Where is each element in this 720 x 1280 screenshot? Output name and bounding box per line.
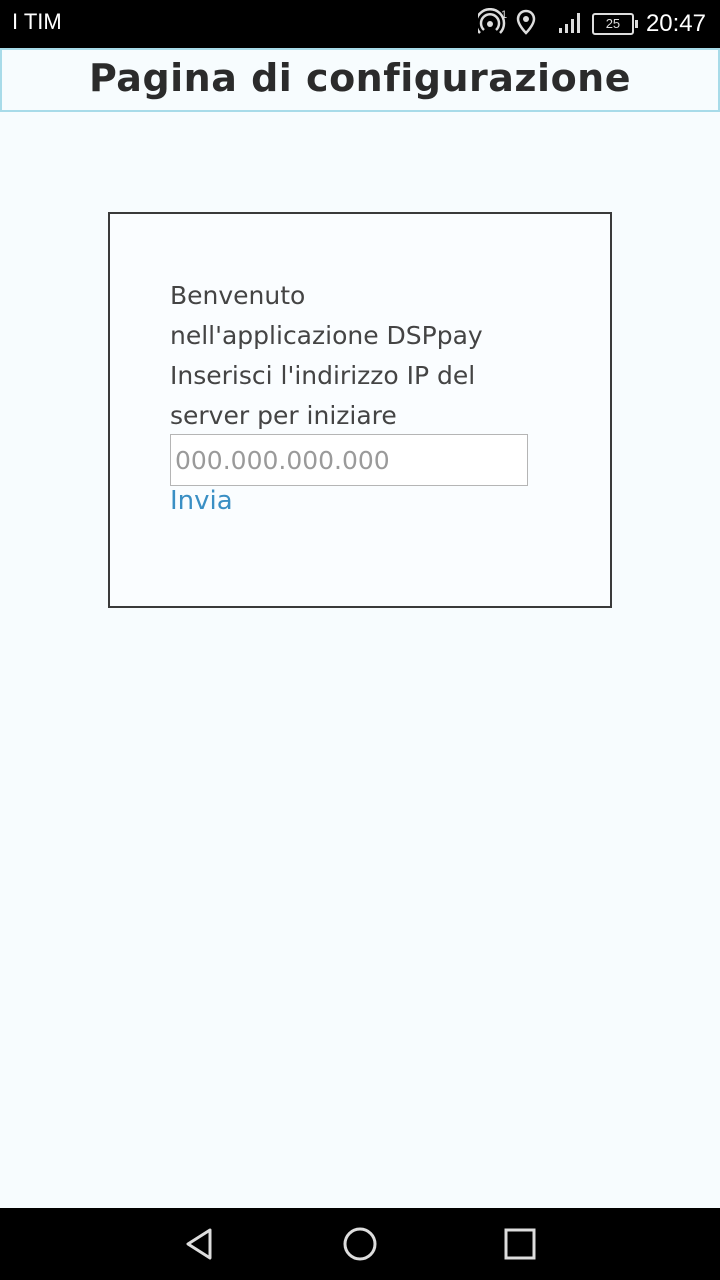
welcome-line: server per iniziare	[170, 401, 397, 430]
server-ip-input[interactable]	[170, 434, 528, 486]
location-icon	[516, 9, 536, 39]
hotspot-icon: 1	[474, 7, 508, 40]
status-bar: I TIM 1 25 20:47	[0, 0, 720, 48]
home-icon[interactable]	[340, 1224, 380, 1264]
carrier-name: I TIM	[12, 9, 62, 34]
welcome-message: Benvenuto nell'applicazione DSPpay Inser…	[170, 276, 550, 436]
battery-level: 25	[605, 16, 621, 31]
navigation-bar	[0, 1208, 720, 1280]
config-card: Benvenuto nell'applicazione DSPpay Inser…	[108, 212, 612, 608]
battery-icon: 25	[591, 13, 638, 35]
back-icon[interactable]	[180, 1224, 220, 1264]
welcome-line: Benvenuto	[170, 281, 306, 310]
recents-icon[interactable]	[500, 1224, 540, 1264]
signal-icon	[558, 10, 584, 38]
status-time: 20:47	[645, 10, 706, 37]
welcome-line: Inserisci l'indirizzo IP del	[170, 361, 476, 390]
status-icons: 1 25 20:47	[474, 7, 706, 40]
submit-link[interactable]: Invia	[170, 486, 233, 516]
page-header: Pagina di configurazione	[0, 48, 720, 112]
welcome-line: nell'applicazione DSPpay	[170, 321, 483, 350]
hotspot-badge: 1	[501, 9, 507, 21]
page-title: Pagina di configurazione	[88, 56, 632, 100]
